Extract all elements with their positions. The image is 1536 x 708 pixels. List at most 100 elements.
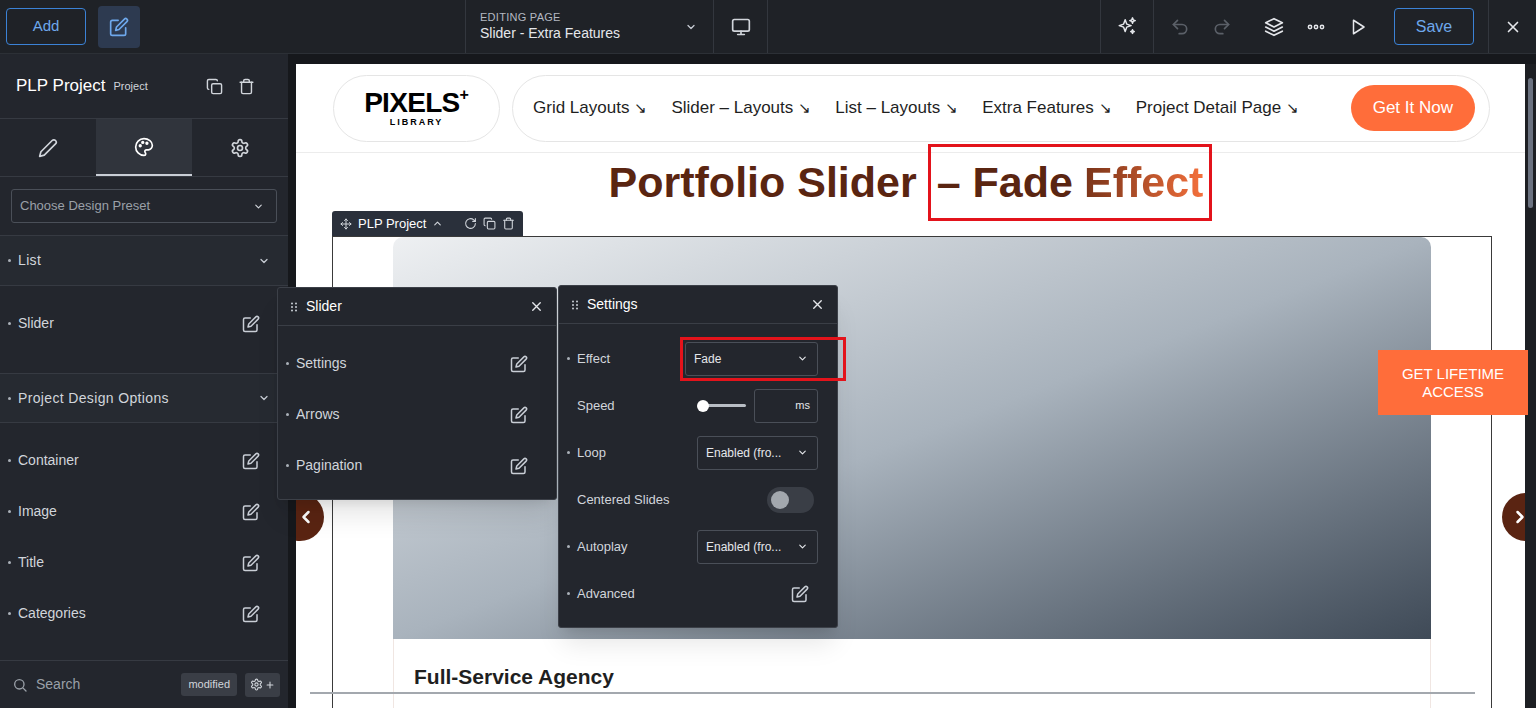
preview-button[interactable]	[1337, 0, 1379, 53]
settings-row[interactable]: Speed ms	[559, 382, 837, 429]
heading-highlight: – Fade	[937, 161, 1073, 204]
panel-search: modified	[0, 660, 288, 708]
range-thumb[interactable]	[697, 400, 709, 412]
chevron-down-icon	[797, 541, 808, 552]
undo-icon	[1170, 17, 1190, 37]
trash-icon	[502, 217, 515, 230]
nav-link[interactable]: Project Detail Page↘	[1136, 95, 1300, 121]
chevron-down-icon	[253, 201, 264, 212]
pencil-icon	[38, 138, 58, 158]
chevron-down-icon	[258, 392, 270, 404]
card-title: Full-Service Agency	[414, 665, 1410, 689]
select-field[interactable]: Enabled (fro...	[697, 436, 818, 470]
popup-row[interactable]: Settings	[278, 338, 556, 389]
select-value: Fade	[694, 350, 721, 368]
close-icon	[1504, 18, 1522, 36]
left-panel: PLP ProjectProjectChoose Design PresetLi…	[0, 54, 288, 708]
slider-popup-header[interactable]: Slider	[278, 288, 556, 326]
refresh-icon	[464, 217, 477, 230]
row-label: Effect	[577, 349, 685, 369]
settings-popup-title: Settings	[587, 294, 810, 315]
site-logo[interactable]: PIXELS+LIBRARY	[333, 75, 500, 142]
panel-settings-button[interactable]	[245, 673, 280, 697]
chevron-right-icon	[1510, 507, 1525, 527]
section-header[interactable]: List	[0, 236, 288, 286]
search-input[interactable]	[36, 674, 173, 695]
speed-input[interactable]: ms	[754, 389, 818, 423]
nav-link[interactable]: Extra Features↘	[982, 95, 1112, 121]
undo-button[interactable]	[1159, 0, 1201, 53]
panel-list: List Slider Project Design Options Containe…	[0, 236, 288, 660]
close-button[interactable]	[1488, 0, 1536, 53]
highlight-frame: – FadeEffect	[928, 144, 1213, 221]
settings-row[interactable]: LoopEnabled (fro...	[559, 429, 837, 476]
row-label: Autoplay	[577, 537, 697, 557]
toggle-switch[interactable]	[767, 487, 814, 513]
heading-lead: Portfolio Slider	[609, 161, 917, 204]
scrollbar-thumb[interactable]	[1528, 78, 1533, 208]
save-button[interactable]: Save	[1394, 8, 1474, 45]
redo-button[interactable]	[1201, 0, 1243, 53]
modified-filter[interactable]: modified	[181, 673, 237, 696]
section-header[interactable]: Project Design Options	[0, 373, 288, 423]
modified-dot	[567, 357, 570, 360]
get-it-now-button[interactable]: Get It Now	[1351, 85, 1475, 131]
nav-link[interactable]: Slider – Layouts↘	[671, 95, 811, 121]
panel-item[interactable]: Slider	[0, 298, 288, 349]
logo-plus: +	[460, 87, 469, 103]
nav-link[interactable]: Grid Layouts↘	[533, 95, 647, 121]
edit-icon	[242, 554, 260, 572]
highlight-frame	[680, 337, 846, 381]
slider-next-button[interactable]	[1502, 493, 1525, 541]
nav-link[interactable]: List – Layouts↘	[835, 95, 958, 121]
page-selector[interactable]: EDITING PAGESlider - Extra Features	[465, 0, 714, 53]
ai-button[interactable]	[1100, 0, 1154, 53]
popup-row[interactable]: Pagination	[278, 440, 556, 491]
chevron-down-icon	[685, 21, 697, 33]
range-track[interactable]	[699, 404, 746, 407]
chevron-left-icon	[296, 507, 316, 527]
element-toolbar[interactable]: PLP Project	[332, 211, 523, 236]
settings-popup-header[interactable]: Settings	[559, 286, 837, 324]
gear-icon	[250, 678, 263, 691]
device-button[interactable]	[714, 0, 768, 53]
select-field[interactable]: Enabled (fro...	[697, 530, 818, 564]
search-icon	[12, 677, 28, 693]
panel-tab[interactable]	[96, 119, 192, 176]
nav-label: Extra Features	[982, 95, 1094, 121]
settings-row[interactable]: AutoplayEnabled (fro...	[559, 523, 837, 570]
panel-item[interactable]: Container	[0, 435, 288, 486]
panel-item[interactable]: Categories	[0, 588, 288, 639]
select-field[interactable]: Fade	[685, 342, 818, 376]
edit-icon	[510, 406, 528, 424]
row-label: Speed	[577, 396, 699, 416]
move-icon	[340, 218, 352, 230]
panel-item[interactable]: Title	[0, 537, 288, 588]
panel-item[interactable]: Image	[0, 486, 288, 537]
more-button[interactable]	[1295, 0, 1337, 53]
modified-dot	[567, 545, 570, 548]
nav-label: Slider – Layouts	[671, 95, 793, 121]
lifetime-access-badge[interactable]: GET LIFETIME ACCESS	[1378, 350, 1528, 415]
settings-row[interactable]: Centered Slides	[559, 476, 837, 523]
section-label: Project Design Options	[18, 388, 258, 409]
popup-row[interactable]: Arrows	[278, 389, 556, 440]
design-preset-select[interactable]: Choose Design Preset	[11, 189, 277, 223]
row-label: Settings	[296, 353, 510, 374]
panel-tab[interactable]	[192, 119, 288, 176]
add-button[interactable]: Add	[6, 8, 86, 45]
slider-popup: Slider Settings ArrowsPagination	[277, 287, 557, 500]
horizontal-scrollbar[interactable]	[310, 692, 1475, 694]
settings-row[interactable]: Effect Fade	[559, 335, 837, 382]
panel-tab[interactable]	[0, 119, 96, 176]
slider-prev-button[interactable]	[296, 493, 324, 541]
layers-button[interactable]	[1253, 0, 1295, 53]
modified-dot	[286, 413, 289, 416]
element-label: PLP Project	[358, 214, 426, 234]
editing-label: EDITING PAGE	[480, 11, 620, 25]
edit-mode-button[interactable]	[98, 6, 140, 48]
play-icon	[1349, 18, 1367, 36]
settings-row[interactable]: Advanced	[559, 570, 837, 617]
chevron-down-icon	[797, 447, 808, 458]
edit-icon	[791, 585, 809, 603]
